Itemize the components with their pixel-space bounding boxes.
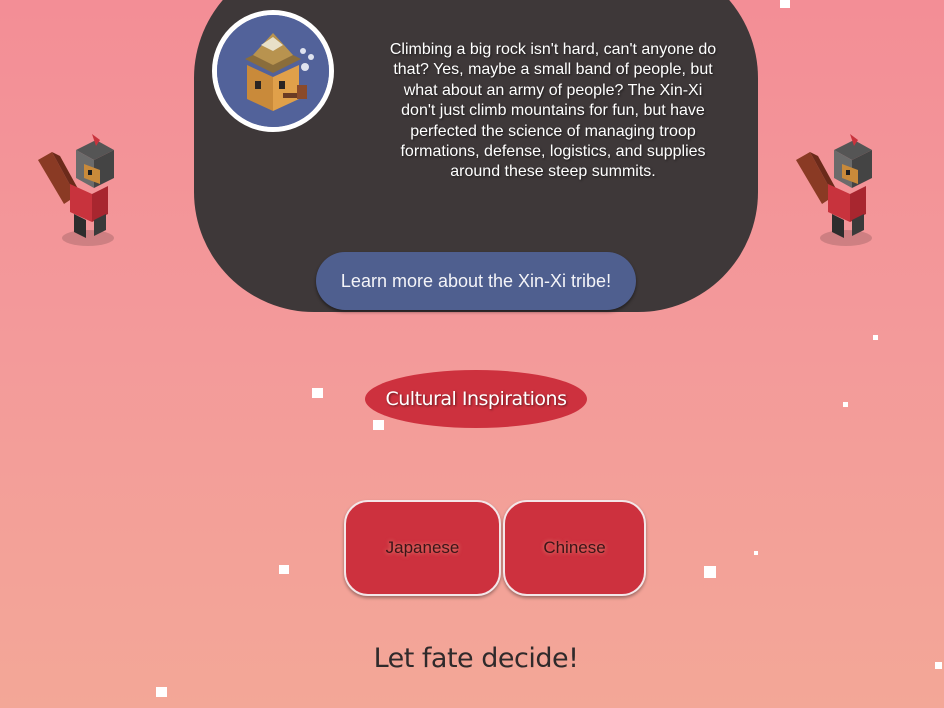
warrior-bird-right-icon [788,120,888,260]
let-fate-decide-link[interactable]: Let fate decide! [330,636,622,680]
snowflake [373,420,384,430]
section-title: Cultural Inspirations [365,370,587,428]
tribe-description: Climbing a big rock isn't hard, can't an… [389,41,717,181]
snowflake [780,0,790,8]
japanese-button[interactable]: Japanese [344,500,501,596]
snowflake [156,687,167,697]
snowflake [935,662,942,669]
learn-more-button[interactable]: Learn more about the Xin-Xi tribe! [316,252,636,310]
snowflake [754,551,758,555]
snowflake [704,566,716,578]
snowflake [312,388,323,398]
warrior-bird-left-icon [30,120,130,260]
explorer-avatar-icon [212,10,334,132]
snowflake [843,402,848,407]
chinese-button[interactable]: Chinese [503,500,646,596]
snowflake [873,335,878,340]
snowflake [279,565,289,574]
